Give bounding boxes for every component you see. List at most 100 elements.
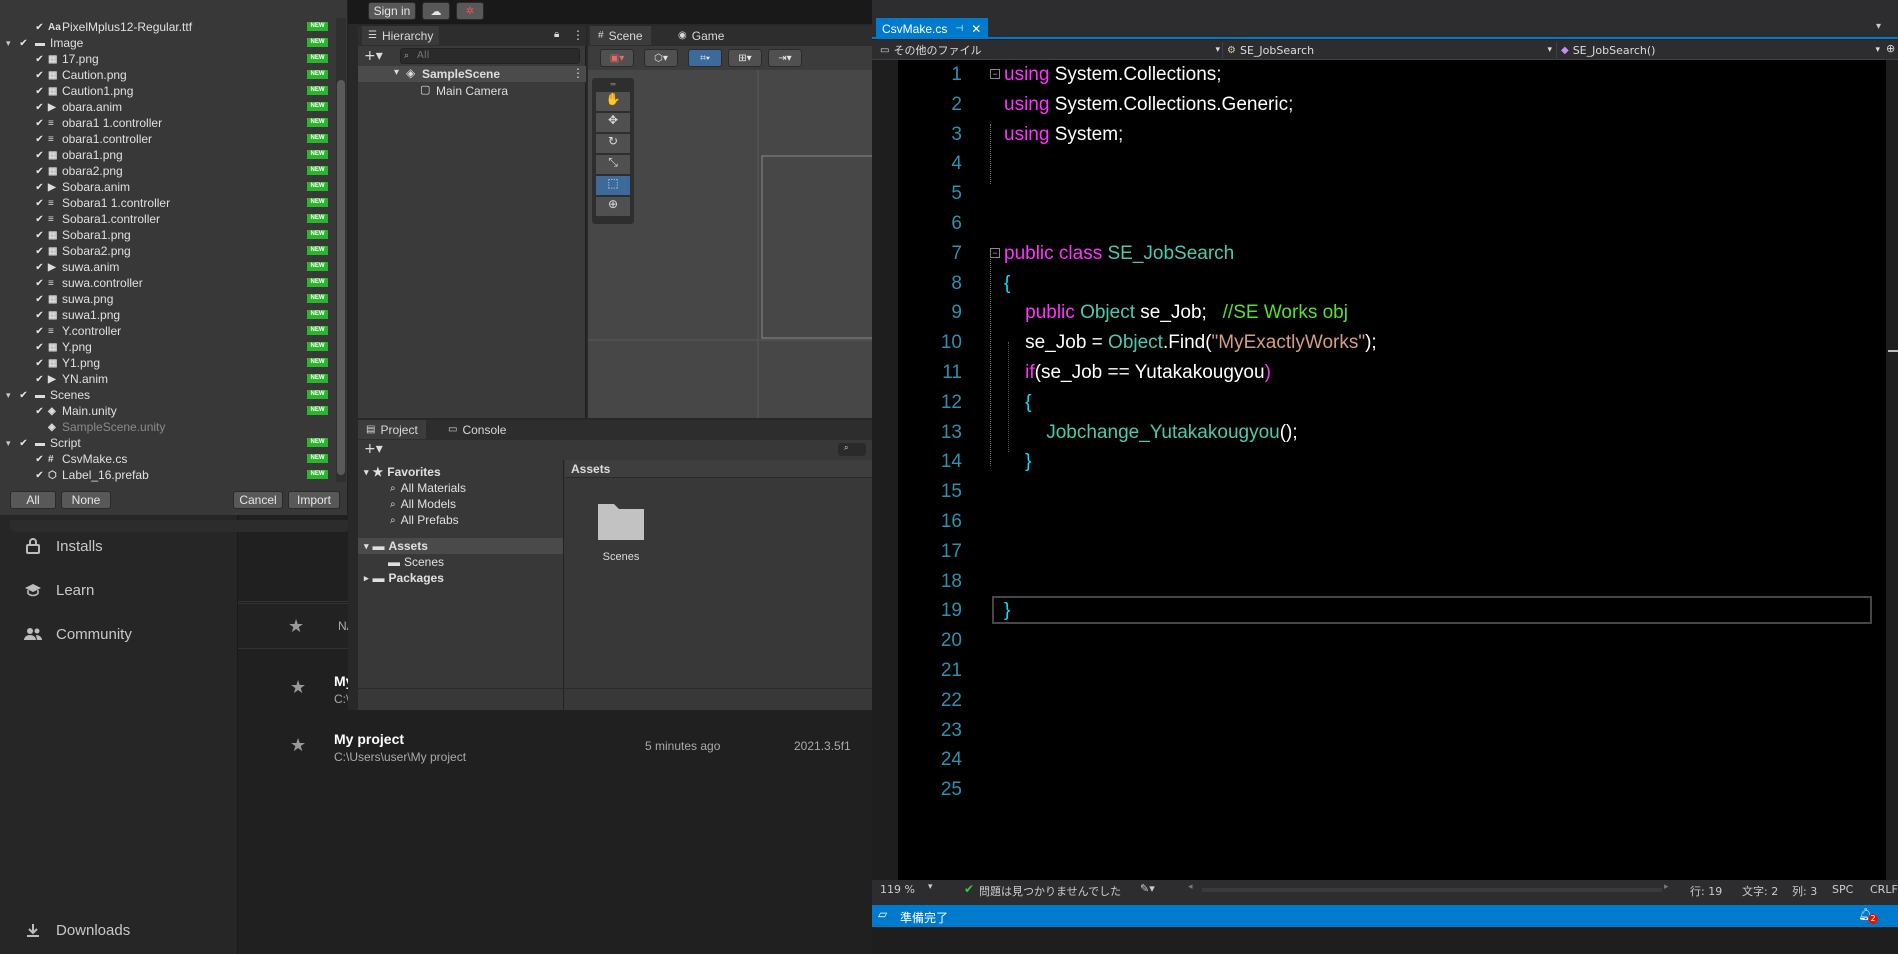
code-line[interactable]: 15 xyxy=(872,477,1898,507)
checkbox[interactable]: ✔ xyxy=(34,406,45,417)
downloads-button[interactable]: Downloads xyxy=(24,921,130,939)
code-line[interactable]: 5 xyxy=(872,179,1898,209)
add-asset-button[interactable]: +▾ xyxy=(364,441,383,457)
brush-icon[interactable]: ✎▾ xyxy=(1140,882,1155,895)
favorite-item[interactable]: ⌕ All Prefabs xyxy=(390,512,459,528)
import-item-row[interactable]: ✔ ≡ Y.controller NEW xyxy=(0,323,334,339)
import-item-row[interactable]: ✔ ▦ Caution.png NEW xyxy=(0,67,334,83)
tab-scene[interactable]: # Scene xyxy=(590,26,651,45)
import-item-row[interactable]: ▾ ✔ ▬ Image NEW xyxy=(0,35,334,51)
code-line[interactable]: 2 using System.Collections.Generic; xyxy=(872,90,1898,120)
import-item-row[interactable]: ✔ # CsvMake.cs NEW xyxy=(0,451,334,467)
star-icon[interactable]: ★ xyxy=(290,677,306,698)
lock-icon[interactable]: 🔒︎ xyxy=(554,29,559,40)
checkbox[interactable]: ✔ xyxy=(34,54,45,65)
draw-mode-dropdown[interactable]: ▣▾ xyxy=(600,49,634,67)
code-line[interactable]: 8{ xyxy=(872,269,1898,299)
code-line[interactable]: 11 if(se_Job == Yutakakougyou) xyxy=(872,358,1898,388)
expand-arrow-icon[interactable]: ▾ xyxy=(364,541,369,552)
checkbox[interactable]: ✔ xyxy=(34,358,45,369)
add-button[interactable]: +▾ xyxy=(364,48,383,64)
code-editor[interactable]: 1− using System.Collections; 2 using System… xyxy=(872,60,1898,880)
checkbox[interactable]: ✔ xyxy=(34,182,45,193)
expand-arrow-icon[interactable]: ▾ xyxy=(394,67,399,78)
line-ending-indicator[interactable]: CRLF xyxy=(1870,883,1898,896)
collapse-icon[interactable]: − xyxy=(990,247,1000,258)
code-line[interactable]: 10 se_Job = Object.Find("MyExactlyWorks"… xyxy=(872,328,1898,358)
checkbox[interactable]: ✔ xyxy=(34,454,45,465)
project-breadcrumb[interactable]: Assets xyxy=(565,460,872,478)
import-item-row[interactable]: ✔ ≡ Sobara1.controller NEW xyxy=(0,211,334,227)
import-item-row[interactable]: ✔ ▦ Y.png NEW xyxy=(0,339,334,355)
packages-folder-row[interactable]: ▸ ▬ Packages xyxy=(364,570,444,586)
import-item-row[interactable]: ✔ ≡ Sobara1 1.controller NEW xyxy=(0,195,334,211)
render-mode-dropdown[interactable]: ⬡▾ xyxy=(644,49,678,67)
code-line[interactable]: 20 xyxy=(872,626,1898,656)
move-tool-icon[interactable]: ✥ xyxy=(596,113,630,132)
sidebar-item-installs[interactable]: Installs xyxy=(24,537,103,555)
code-line[interactable]: 3 using System; xyxy=(872,120,1898,150)
drag-handle-icon[interactable]: ═ xyxy=(596,80,630,89)
checkbox[interactable]: ✔ xyxy=(18,438,29,449)
expand-arrow-icon[interactable]: ▾ xyxy=(6,390,11,401)
checkbox[interactable]: ✔ xyxy=(34,86,45,97)
import-item-row[interactable]: ✔ ▶ Sobara.anim NEW xyxy=(0,179,334,195)
output-icon[interactable]: ▱ xyxy=(878,907,887,921)
tab-csvmake[interactable]: CsvMake.cs ⊣ ✕ xyxy=(876,18,988,39)
code-line[interactable]: 14 } xyxy=(872,447,1898,477)
code-line[interactable]: 17 xyxy=(872,537,1898,567)
import-item-row[interactable]: ✔ ▶ YN.anim NEW xyxy=(0,371,334,387)
hierarchy-object-row[interactable]: ▢ Main Camera xyxy=(358,83,586,99)
sidebar-item-community[interactable]: Community xyxy=(24,625,132,643)
favorite-item[interactable]: ⌕ All Models xyxy=(390,496,456,512)
checkbox[interactable]: ✔ xyxy=(34,102,45,113)
kebab-menu-icon[interactable]: ⋮ xyxy=(572,28,584,42)
project-search-icon[interactable]: ⌕ xyxy=(838,443,866,456)
import-item-row[interactable]: ✔ ▦ suwa1.png NEW xyxy=(0,307,334,323)
chevron-down-icon[interactable]: ▾ xyxy=(1876,21,1881,32)
expand-arrow-icon[interactable]: ▾ xyxy=(6,38,11,49)
code-line[interactable]: 18 xyxy=(872,567,1898,597)
import-item-row[interactable]: ✔ ≡ suwa.controller NEW xyxy=(0,275,334,291)
checkbox[interactable] xyxy=(34,422,45,433)
hierarchy-search-input[interactable]: ⌕ All xyxy=(400,48,580,64)
import-item-row[interactable]: ✔ ▦ Sobara1.png NEW xyxy=(0,227,334,243)
import-item-row[interactable]: ✔ ▦ 17.png NEW xyxy=(0,51,334,67)
asset-folder-item[interactable]: Scenes xyxy=(596,498,656,568)
checkbox[interactable]: ✔ xyxy=(34,374,45,385)
import-item-row[interactable]: ✔ ▦ obara2.png NEW xyxy=(0,163,334,179)
checkbox[interactable]: ✔ xyxy=(34,230,45,241)
checkbox[interactable]: ✔ xyxy=(34,262,45,273)
import-item-row[interactable]: ✔ ▶ suwa.anim NEW xyxy=(0,259,334,275)
project-dropdown[interactable]: ▭ その他のファイル ▾ xyxy=(880,42,1220,58)
checkbox[interactable]: ✔ xyxy=(34,246,45,257)
kebab-menu-icon[interactable]: ⋮ xyxy=(572,66,584,80)
import-item-row[interactable]: ✔ ▦ Caution1.png NEW xyxy=(0,83,334,99)
checkbox[interactable]: ✔ xyxy=(34,294,45,305)
code-line[interactable]: 1 − using System.Collections; xyxy=(872,60,1898,90)
code-line[interactable]: 4 xyxy=(872,149,1898,179)
import-item-row[interactable]: ✔ ⬡ Label_16.prefab NEW xyxy=(0,467,334,482)
scale-tool-icon[interactable]: ⤡ xyxy=(596,155,630,174)
checkbox[interactable]: ✔ xyxy=(18,38,29,49)
checkbox[interactable]: ✔ xyxy=(34,214,45,225)
code-line[interactable]: 7 − public class SE_JobSearch xyxy=(872,239,1898,269)
vertical-scrollbar[interactable] xyxy=(1886,60,1898,880)
whitespace-indicator[interactable]: SPC xyxy=(1832,883,1853,896)
expand-arrow-icon[interactable]: ▾ xyxy=(364,467,369,478)
select-all-button[interactable]: All xyxy=(10,491,56,509)
import-item-row[interactable]: ◈ SampleScene.unity xyxy=(0,419,334,435)
sign-in-button[interactable]: Sign in xyxy=(368,2,416,20)
increment-snap-dropdown[interactable]: ⇥▾ xyxy=(768,49,802,67)
tab-game[interactable]: ◉ Game xyxy=(672,26,730,45)
pin-icon[interactable]: ⊣ xyxy=(955,23,963,34)
import-item-row[interactable]: ✔ Aa PixelMplus12-Regular.ttf NEW xyxy=(0,19,334,35)
horizontal-scrollbar[interactable] xyxy=(1202,888,1662,892)
chevron-down-icon[interactable]: ▾ xyxy=(928,882,933,892)
collab-button[interactable]: ✲ xyxy=(456,2,484,20)
zoom-level[interactable]: 119 % xyxy=(880,883,915,896)
favorite-item[interactable]: ⌕ All Materials xyxy=(390,480,466,496)
code-line[interactable]: 13 Jobchange_Yutakakougyou(); xyxy=(872,418,1898,448)
grid-snap-dropdown[interactable]: ⊞▾ xyxy=(728,49,762,67)
collapse-arrow-icon[interactable]: ▸ xyxy=(364,573,369,584)
